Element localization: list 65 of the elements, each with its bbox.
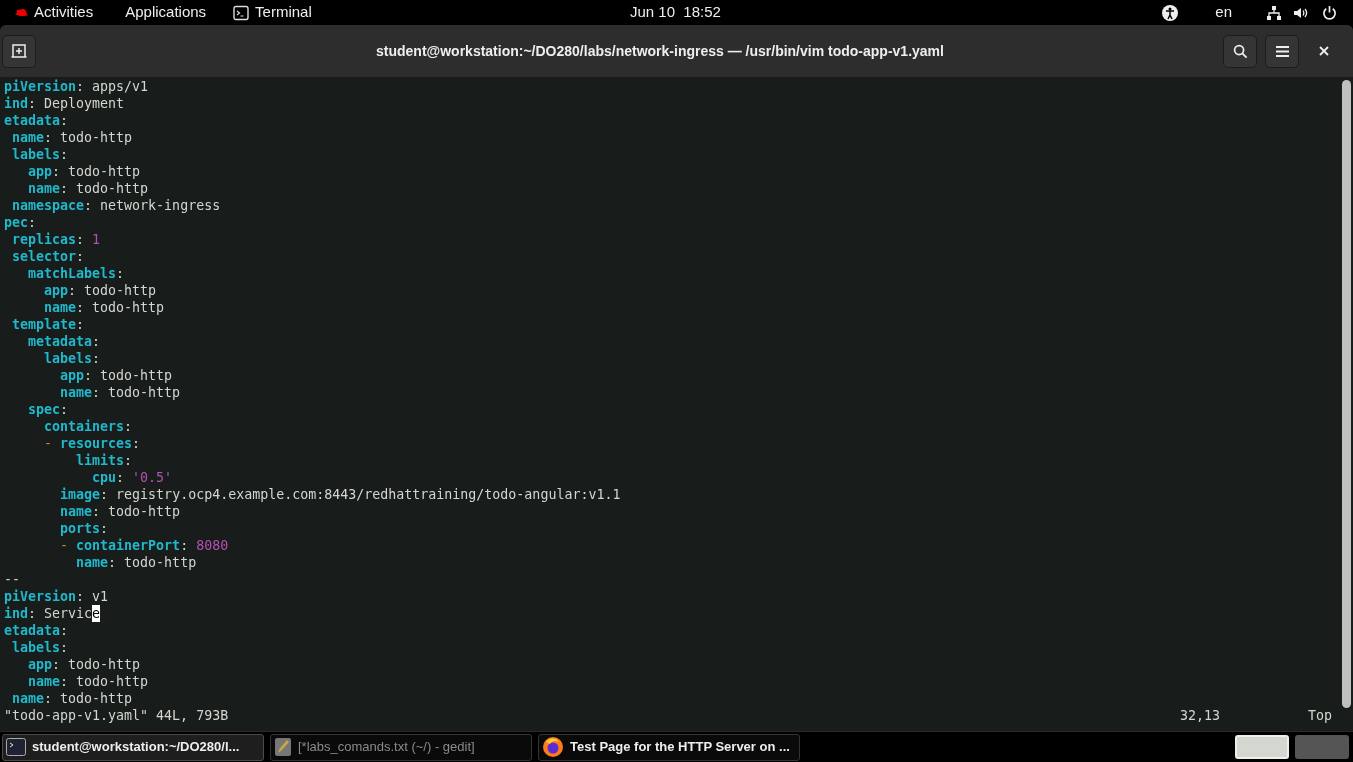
- code-line: spec:: [27, 401, 70, 418]
- code-line: template:: [11, 316, 86, 333]
- code-line: selector:: [11, 248, 86, 265]
- taskbar-window-button[interactable]: Test Page for the HTTP Server on ...: [538, 733, 800, 761]
- code-line: app: todo-http: [43, 282, 158, 299]
- code-line: ind: Service: [4, 605, 102, 622]
- code-line: containers:: [43, 418, 134, 435]
- code-line: app: todo-http: [59, 367, 174, 384]
- network-icon[interactable]: [1266, 4, 1282, 21]
- menu-icon: [1275, 45, 1289, 57]
- search-icon: [1232, 43, 1248, 59]
- code-line: cpu: '0.5': [91, 469, 174, 486]
- code-line: etadata:: [4, 622, 70, 639]
- code-line: labels:: [11, 146, 70, 163]
- code-line: labels:: [11, 639, 70, 656]
- code-line: - containerPort: 8080: [59, 537, 230, 554]
- code-line: pec:: [4, 214, 38, 231]
- new-tab-button[interactable]: [2, 34, 36, 68]
- scrollbar-thumb[interactable]: [1342, 80, 1351, 708]
- code-line: labels:: [43, 350, 102, 367]
- code-line: limits:: [75, 452, 134, 469]
- app-menu[interactable]: Terminal: [255, 1, 312, 24]
- code-line: etadata:: [4, 112, 70, 129]
- code-line: name: todo-http: [43, 299, 166, 316]
- code-line: name: todo-http: [59, 503, 182, 520]
- new-tab-icon: [11, 43, 27, 59]
- terminal-icon: [233, 4, 250, 21]
- code-line: metadata:: [27, 333, 102, 350]
- code-line: ind: Deployment: [4, 95, 126, 112]
- window-title: student@workstation:~/DO280/labs/network-ingress — /usr/bin/vim todo-app-v1.yaml: [376, 41, 944, 61]
- scroll-position: Top: [1307, 707, 1332, 724]
- search-button[interactable]: [1223, 34, 1257, 68]
- code-line: name: todo-http: [27, 180, 150, 197]
- applications-menu[interactable]: Applications: [125, 1, 207, 24]
- hat-logo-icon: [14, 7, 29, 18]
- taskbar-window-button[interactable]: [*labs_comands.txt (~/) - gedit]: [270, 733, 532, 761]
- code-line: --: [4, 571, 21, 588]
- terminal-icon: [6, 738, 26, 756]
- code-line: name: todo-http: [27, 673, 150, 690]
- close-icon: [1319, 46, 1329, 56]
- code-line: matchLabels:: [27, 265, 126, 282]
- code-line: - resources:: [43, 435, 142, 452]
- power-icon[interactable]: [1322, 5, 1337, 20]
- code-line: piVersion: apps/v1: [4, 78, 150, 95]
- code-line: app: todo-http: [27, 163, 142, 180]
- cursor-position: 32,13: [1179, 707, 1220, 724]
- activities-button[interactable]: Activities: [34, 1, 94, 24]
- menu-button[interactable]: [1265, 34, 1299, 68]
- code-line: replicas: 1: [11, 231, 102, 248]
- language-indicator[interactable]: en: [1215, 1, 1232, 24]
- pencil-icon: [274, 737, 292, 757]
- code-line: ports:: [59, 520, 110, 537]
- taskbar-window-button[interactable]: student@workstation:~/DO280/l...: [2, 733, 264, 761]
- accessibility-icon[interactable]: [1162, 4, 1179, 21]
- code-line: image: registry.ocp4.example.com:8443/redhattraining/todo-angular:v1.1: [59, 486, 622, 503]
- code-line: app: todo-http: [27, 656, 142, 673]
- code-line: namespace: network-ingress: [11, 197, 222, 214]
- code-line: name: todo-http: [11, 690, 134, 707]
- status-message: "todo-app-v1.yaml" 44L, 793B: [4, 707, 229, 724]
- clock[interactable]: Jun 10 18:52: [630, 1, 721, 24]
- code-line: name: todo-http: [11, 129, 134, 146]
- code-line: name: todo-http: [59, 384, 182, 401]
- code-line: name: todo-http: [75, 554, 198, 571]
- code-line: piVersion: v1: [4, 588, 110, 605]
- browser-logo-icon: [542, 736, 564, 758]
